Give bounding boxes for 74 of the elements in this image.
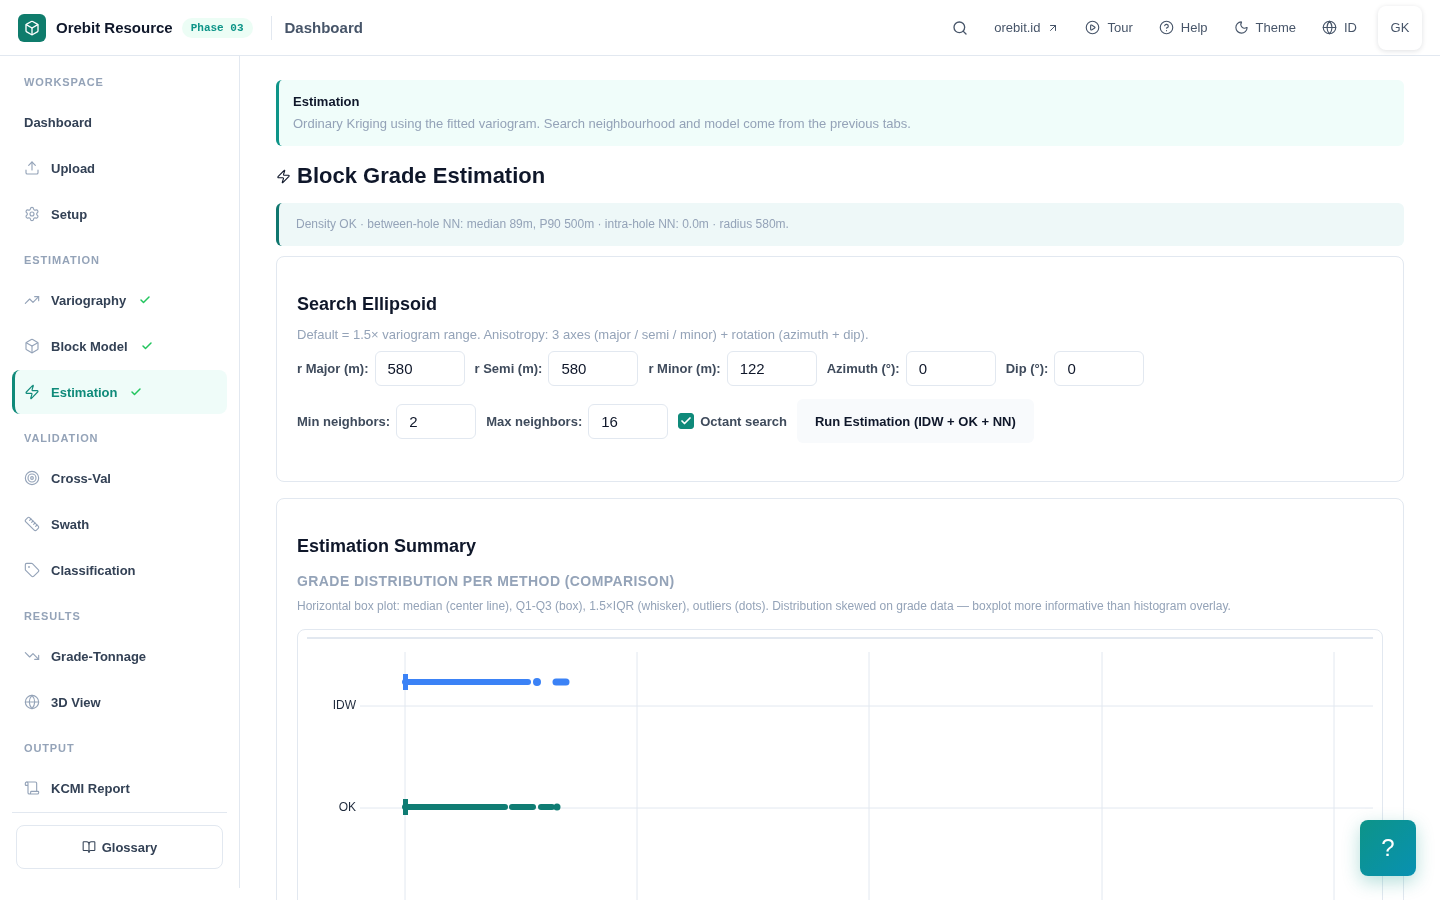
lightning-icon (276, 168, 291, 184)
field-label: Azimuth (°): (826, 361, 900, 376)
search-icon (952, 19, 969, 36)
language-button[interactable]: ID (1314, 14, 1365, 41)
card-title: Search Ellipsoid (297, 293, 439, 316)
floating-help-button[interactable]: ? (1360, 820, 1416, 876)
input-field[interactable]: 16 (588, 403, 669, 439)
sidebar-item[interactable]: Classification (12, 548, 227, 592)
sidebar-item[interactable]: 3D View (12, 680, 227, 724)
chart-caption: Horizontal box plot: median (center line), Q1-Q3 (box), 1.5×IQR (whisker), outliers (dots). Distribution skewed on grade data — boxplot more informative than histogram overlay. (297, 598, 1232, 614)
callout-text: Ordinary Kriging using the fitted variogram. Search neighbourhood and model come from the previous tabs. (293, 115, 912, 133)
input-field[interactable]: 122 (726, 351, 817, 386)
tag-icon (24, 562, 40, 578)
cube-logo-icon (18, 13, 46, 42)
sidebar-item[interactable]: Cross-Val (12, 456, 227, 500)
sidebar-item[interactable]: Grade-Tonnage (12, 634, 227, 678)
input-field[interactable]: 580 (374, 351, 465, 386)
globe-icon (24, 694, 40, 710)
category-label: OK (338, 800, 356, 815)
run-estimation-button[interactable]: Run Estimation (IDW + OK + NN) (796, 399, 1034, 443)
section-heading: RESULTS (23, 609, 82, 624)
sidebar-item[interactable]: Estimation (12, 370, 227, 414)
input-field[interactable]: 0 (905, 351, 996, 386)
field-label: r Semi (m): (474, 361, 543, 376)
lightning-icon (24, 384, 40, 400)
sidebar-item[interactable]: Variography (12, 278, 227, 322)
chart-title: GRADE DISTRIBUTION PER METHOD (COMPARISON) (297, 572, 676, 591)
moon-icon (1233, 20, 1249, 35)
phase-badge: Phase 03 (181, 17, 253, 38)
field-label: r Major (m): (297, 361, 369, 376)
sidebar-item[interactable]: Block Model (12, 324, 227, 368)
play-circle-icon (1085, 20, 1101, 35)
breadcrumb-title: Dashboard (284, 19, 363, 36)
page-title: Block Grade Estimation (297, 162, 546, 190)
section-heading: ESTIMATION (23, 253, 101, 268)
help-button[interactable]: Help (1150, 14, 1216, 41)
globe-icon (1322, 20, 1337, 35)
theme-button[interactable]: Theme (1225, 14, 1304, 41)
cube-icon (24, 338, 40, 354)
field-label: Min neighbors: (297, 413, 391, 429)
target-icon (24, 470, 40, 486)
upload-icon (24, 160, 40, 176)
section-heading: WORKSPACE (23, 75, 105, 90)
app-name: Orebit Resource (56, 19, 173, 36)
external-link[interactable]: orebit.id (986, 14, 1068, 41)
book-icon (81, 840, 96, 854)
sidebar-item[interactable]: Setup (12, 192, 227, 236)
input-field[interactable]: 0 (1054, 351, 1145, 386)
field-label: Max neighbors: (486, 413, 583, 429)
field-label: r Minor (m): (648, 361, 721, 376)
input-field[interactable]: 580 (548, 351, 639, 386)
section-heading: OUTPUT (23, 741, 76, 756)
callout-title: Estimation (293, 93, 361, 111)
checkmark-icon (680, 415, 693, 427)
card-description: Default = 1.5× variogram range. Anisotropy: 3 axes (major / semi / minor) + rotation (azimuth + dip). (297, 326, 870, 344)
checkbox-label: Octant search (700, 413, 787, 429)
ruler-icon (24, 516, 40, 532)
section-heading: VALIDATION (23, 431, 100, 446)
field-label: Dip (°): (1005, 361, 1049, 376)
tour-button[interactable]: Tour (1077, 14, 1141, 41)
sidebar-item[interactable]: Swath (12, 502, 227, 546)
input-field[interactable]: 2 (396, 403, 477, 439)
density-note: Density OK · between-hole NN: median 89m, P90 500m · intra-hole NN: 0.0m · radius 580m. (276, 203, 1404, 246)
glossary-button[interactable]: Glossary (16, 825, 223, 869)
sidebar-item[interactable]: KCMI Report (12, 766, 227, 810)
help-icon (1158, 20, 1174, 35)
settings-icon (24, 206, 40, 222)
checkbox[interactable] (678, 413, 695, 429)
user-avatar-button[interactable]: GK (1378, 5, 1422, 50)
sidebar-item[interactable]: Upload (12, 146, 227, 190)
category-label: IDW (332, 698, 356, 713)
card-title: Estimation Summary (297, 535, 478, 558)
sidebar-item[interactable]: Dashboard (12, 100, 227, 144)
scroll-icon (24, 780, 40, 796)
